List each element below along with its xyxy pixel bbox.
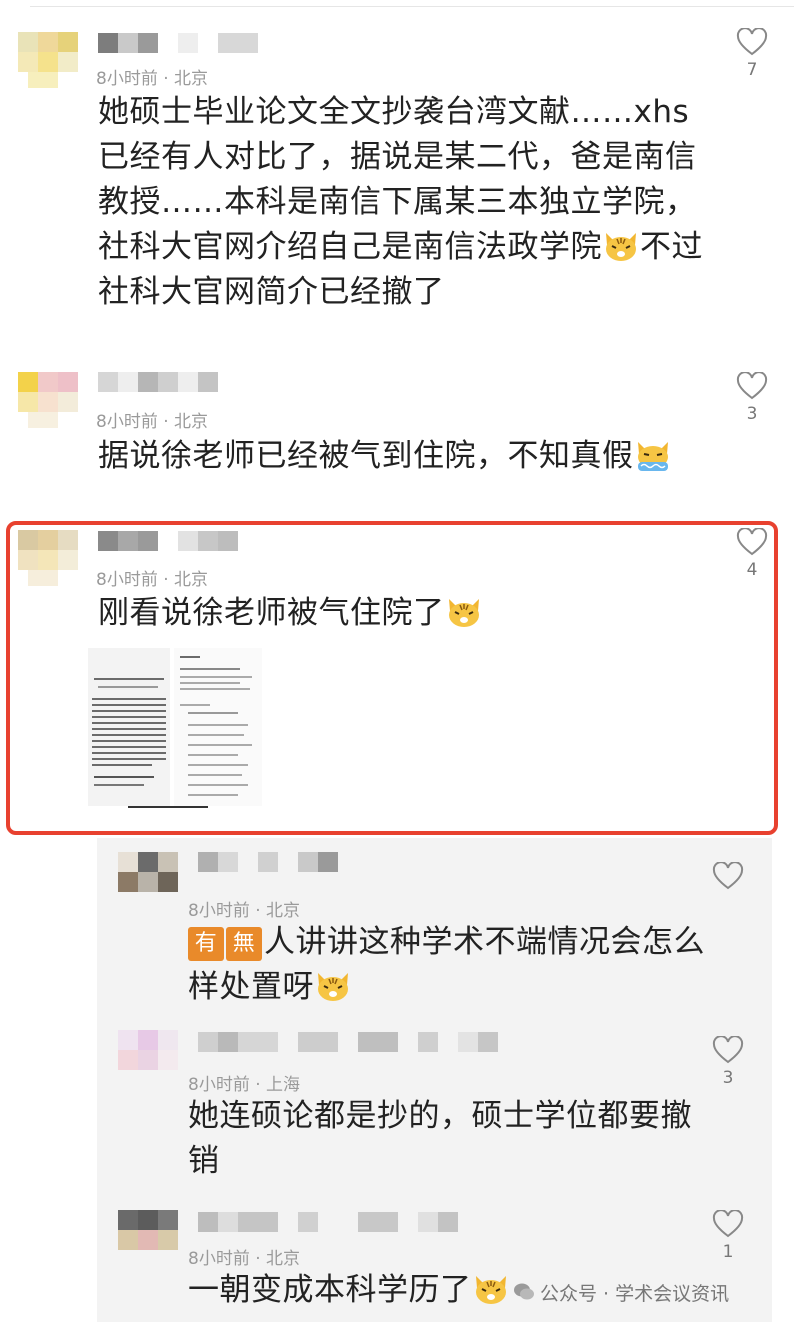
comment-meta: 8小时前 · 北京 bbox=[188, 1249, 301, 1269]
wechat-icon bbox=[514, 1283, 534, 1300]
cat-face-icon bbox=[606, 233, 636, 261]
username-blurred[interactable] bbox=[98, 531, 278, 551]
comment-text: 她硕士毕业论文全文抄袭台湾文献……xhs 已经有人对比了，据说是某二代，爸是南信… bbox=[98, 94, 703, 310]
reply-text: 她连硕论都是抄的，硕士学位都要撤 销 bbox=[188, 1098, 692, 1179]
reply-text: 有無人讲讲这种学术不端情况会怎么 样处置呀 bbox=[188, 924, 705, 1005]
avatar[interactable] bbox=[18, 372, 78, 428]
heart-icon bbox=[736, 528, 768, 556]
tag-badge: 無 bbox=[226, 927, 262, 961]
cat-face-icon bbox=[448, 599, 479, 627]
like-count: 7 bbox=[746, 60, 758, 80]
comment-meta: 8小时前 · 北京 bbox=[96, 69, 209, 89]
reply-text: 一朝变成本科学历了 bbox=[188, 1268, 528, 1313]
cat-face-icon bbox=[475, 1276, 506, 1304]
cat-face-icon bbox=[318, 973, 348, 1001]
like-button[interactable]: 3 bbox=[732, 372, 772, 424]
tag-badge: 有 bbox=[188, 927, 224, 961]
avatar[interactable] bbox=[18, 32, 78, 88]
heart-icon bbox=[736, 28, 768, 56]
comment-meta: 8小时前 · 北京 bbox=[96, 412, 209, 432]
comment-text: 刚看说徐老师被气住院了 bbox=[98, 591, 738, 636]
avatar[interactable] bbox=[118, 852, 178, 908]
top-divider bbox=[30, 6, 794, 7]
attached-image[interactable] bbox=[88, 648, 262, 808]
watermark: 公众号 · 学术会议资讯 bbox=[540, 1283, 730, 1305]
comment-text: 据说徐老师已经被气到住院，不知真假 bbox=[98, 434, 758, 479]
comment-meta: 8小时前 · 北京 bbox=[188, 901, 301, 921]
like-button[interactable]: 1 bbox=[708, 1210, 748, 1262]
like-button[interactable]: 4 bbox=[732, 528, 772, 580]
avatar[interactable] bbox=[18, 530, 78, 586]
avatar[interactable] bbox=[118, 1210, 178, 1266]
avatar[interactable] bbox=[118, 1030, 178, 1086]
heart-icon bbox=[712, 1210, 744, 1238]
username-blurred[interactable] bbox=[98, 372, 278, 392]
comment-meta: 8小时前 · 北京 bbox=[96, 570, 209, 590]
like-count: 3 bbox=[722, 1068, 734, 1088]
like-button[interactable]: 7 bbox=[732, 28, 772, 80]
like-count: 3 bbox=[746, 404, 758, 424]
username-blurred[interactable] bbox=[198, 1212, 498, 1232]
like-count: 4 bbox=[746, 560, 758, 580]
like-button[interactable] bbox=[708, 862, 748, 894]
cat-crying-icon bbox=[637, 442, 668, 471]
like-count: 1 bbox=[722, 1242, 734, 1262]
comment-meta: 8小时前 · 上海 bbox=[188, 1075, 301, 1095]
username-blurred[interactable] bbox=[198, 852, 358, 872]
heart-icon bbox=[712, 1036, 744, 1064]
username-blurred[interactable] bbox=[198, 1032, 518, 1052]
like-button[interactable]: 3 bbox=[708, 1036, 748, 1088]
heart-icon bbox=[736, 372, 768, 400]
username-blurred[interactable] bbox=[98, 33, 278, 53]
heart-icon bbox=[712, 862, 744, 890]
